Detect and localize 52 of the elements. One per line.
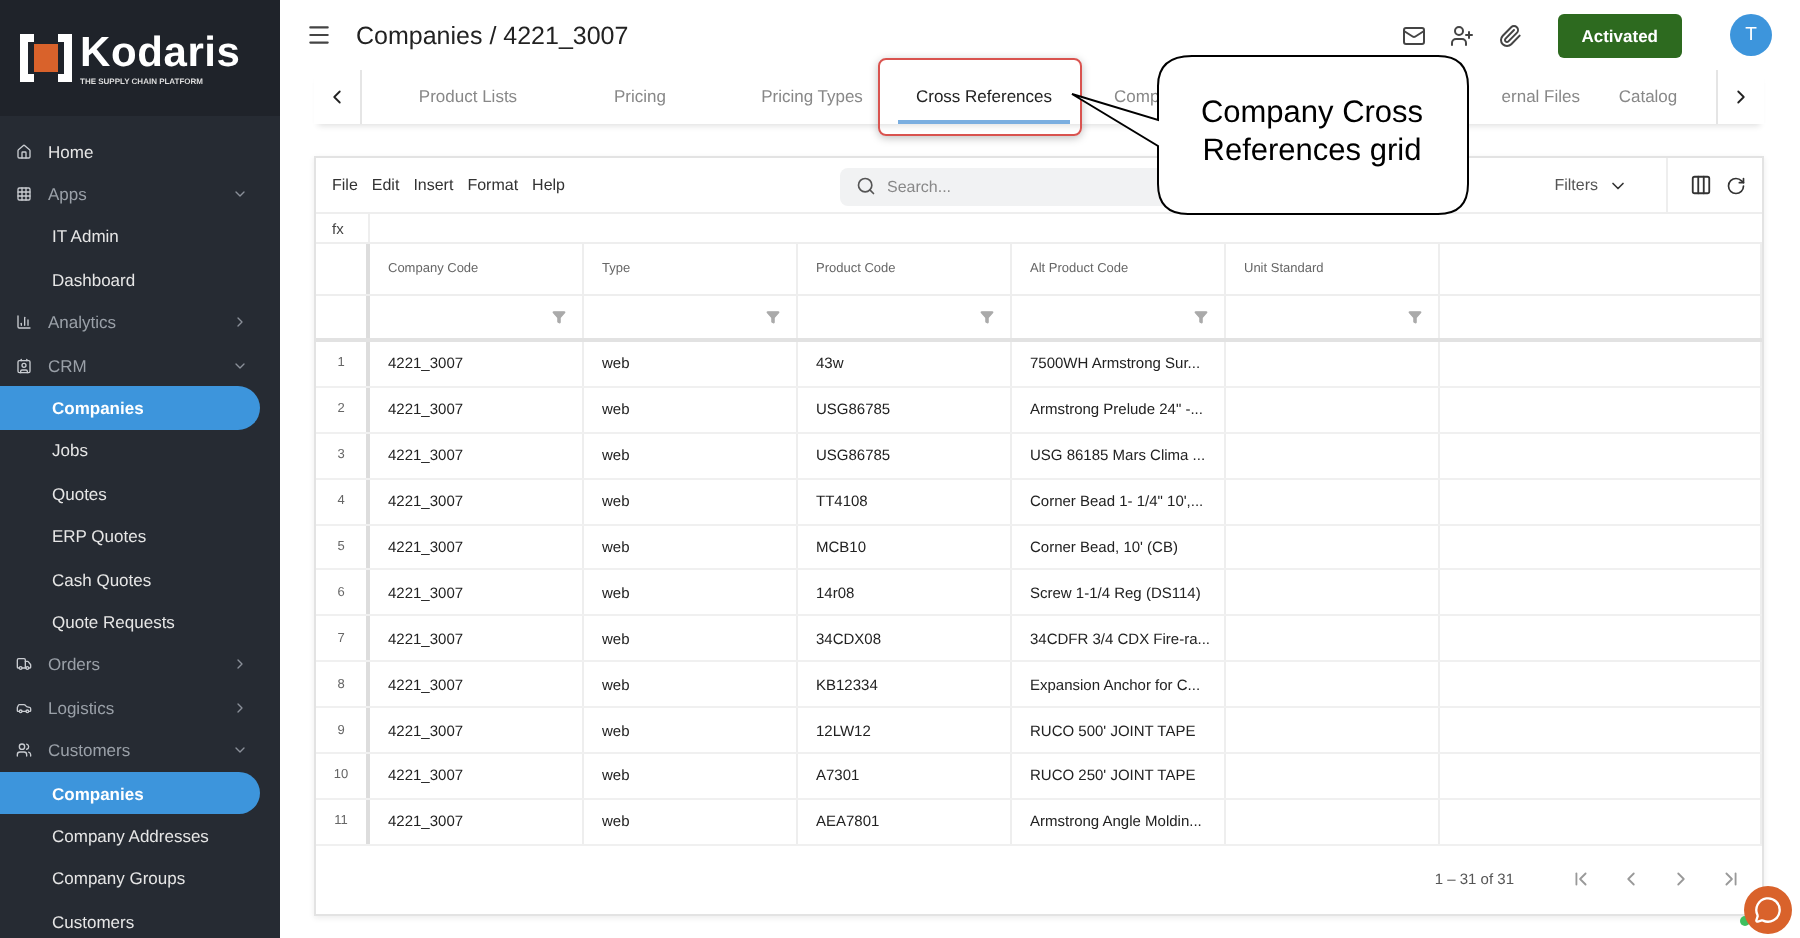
- user-avatar[interactable]: T: [1730, 14, 1772, 56]
- tab[interactable]: Product Lists: [382, 70, 554, 124]
- first-page-icon[interactable]: [1570, 868, 1592, 891]
- menu-item[interactable]: File: [332, 176, 358, 194]
- sidebar-item[interactable]: Jobs: [0, 429, 260, 473]
- tab[interactable]: Cross References: [898, 70, 1070, 124]
- sidebar-item[interactable]: Orders: [0, 643, 260, 687]
- menu-item[interactable]: Help: [532, 176, 565, 194]
- sidebar-item[interactable]: Customers: [0, 900, 260, 938]
- page-title: Companies / 4221_3007: [356, 21, 631, 49]
- sidebar-item[interactable]: CRM: [0, 343, 260, 387]
- sidebar-item[interactable]: Companies: [0, 771, 260, 815]
- logo-icon: [20, 34, 72, 82]
- last-page-icon[interactable]: [1720, 868, 1742, 891]
- tab[interactable]: ernal Files: [1468, 70, 1588, 124]
- sidebar-item[interactable]: Dashboard: [0, 258, 260, 302]
- sidebar-item[interactable]: Quotes: [0, 472, 260, 516]
- menu-item[interactable]: Format: [467, 176, 519, 194]
- sidebar-item[interactable]: Home: [0, 130, 260, 173]
- filters-button[interactable]: Filters: [1554, 175, 1644, 195]
- logo-name: Kodaris: [80, 31, 241, 75]
- sidebar-item[interactable]: Company Addresses: [0, 814, 260, 858]
- mail-icon[interactable]: [1401, 23, 1426, 47]
- sidebar-item[interactable]: Analytics: [0, 301, 260, 344]
- sidebar-item[interactable]: Logistics: [0, 686, 260, 729]
- sidebar-item[interactable]: Quote Requests: [0, 600, 260, 644]
- chat-icon: [1754, 896, 1782, 924]
- filter-icon[interactable]: [552, 310, 566, 324]
- status-badge: Activated: [1557, 13, 1682, 57]
- tab[interactable]: Pricing: [554, 70, 726, 124]
- callout-text: Company Cross References grid: [1198, 94, 1426, 170]
- sidebar-item[interactable]: Company Groups: [0, 857, 260, 901]
- tab[interactable]: Catalog: [1588, 70, 1708, 124]
- refresh-icon[interactable]: [1726, 175, 1746, 195]
- filter-icon[interactable]: [766, 310, 780, 324]
- sidebar-item[interactable]: IT Admin: [0, 215, 260, 259]
- filter-icon[interactable]: [980, 310, 994, 324]
- sidebar-item[interactable]: Apps: [0, 172, 260, 216]
- sidebar-item[interactable]: ERP Quotes: [0, 515, 260, 558]
- chat-button[interactable]: [1744, 886, 1792, 934]
- sidebar-item[interactable]: Companies: [0, 386, 260, 430]
- add-user-icon[interactable]: [1449, 23, 1474, 47]
- menu-item[interactable]: Edit: [371, 176, 400, 194]
- sidebar-item[interactable]: Customers: [0, 728, 260, 772]
- search-icon: [855, 175, 875, 195]
- menu-item[interactable]: Insert: [413, 176, 454, 194]
- filter-icon[interactable]: [1194, 310, 1208, 324]
- filter-icon[interactable]: [1408, 310, 1422, 324]
- sidebar-item[interactable]: Cash Quotes: [0, 557, 260, 601]
- tab[interactable]: Pricing Types: [726, 70, 898, 124]
- paperclip-icon[interactable]: [1497, 23, 1522, 47]
- columns-icon[interactable]: [1690, 174, 1712, 196]
